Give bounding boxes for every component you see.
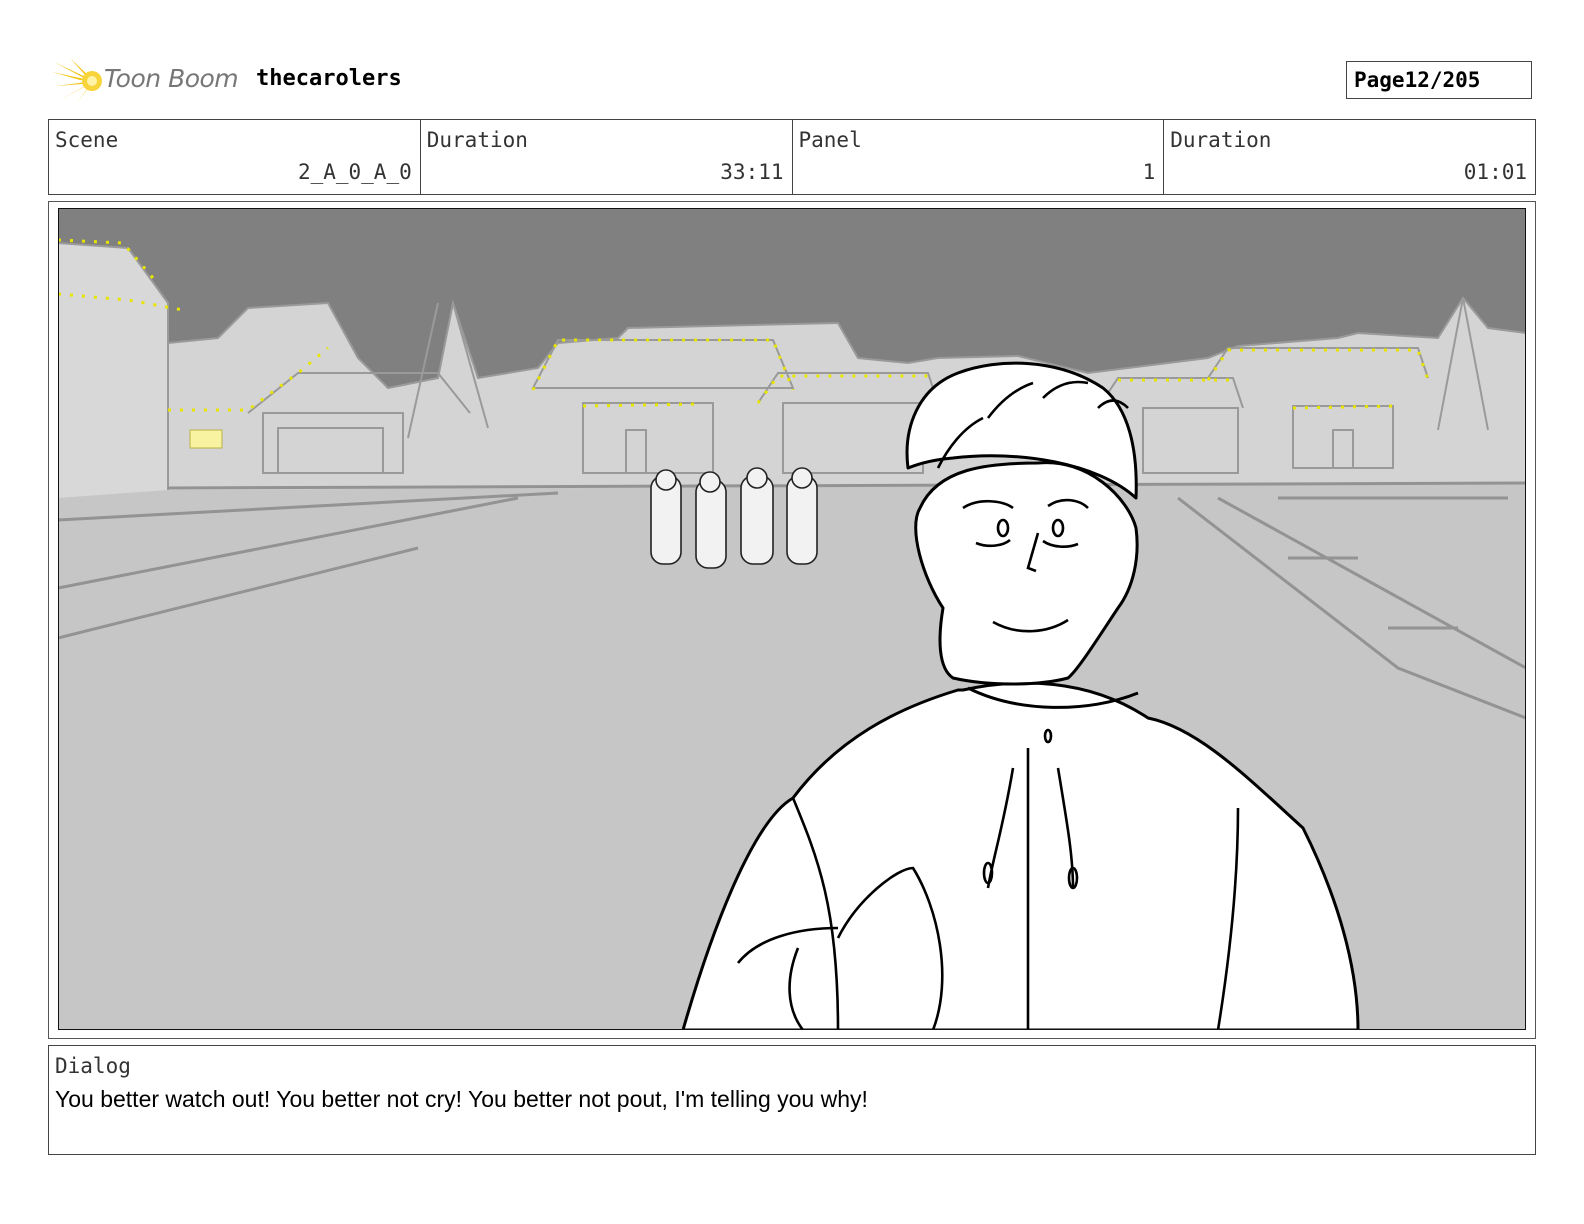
storyboard-panel-image — [58, 208, 1526, 1030]
scene-duration-cell: Duration 33:11 — [421, 120, 793, 194]
dialog-text: You better watch out! You better not cry… — [55, 1086, 868, 1112]
scene-value: 2_A_0_A_0 — [297, 160, 412, 184]
panel-value: 1 — [1142, 160, 1156, 184]
brand-logo-text: Toon Boom — [104, 64, 239, 93]
scene-label: Scene — [55, 128, 119, 152]
panel-duration-value: 01:01 — [1463, 160, 1527, 184]
project-title: thecarolers — [256, 66, 402, 91]
page-label: Page — [1354, 68, 1405, 92]
panel-duration-label: Duration — [1170, 128, 1272, 152]
scene-duration-value: 33:11 — [720, 160, 784, 184]
scene-duration-label: Duration — [426, 128, 528, 152]
page-number: 12/205 — [1404, 68, 1481, 92]
dialog-label: Dialog — [55, 1054, 131, 1078]
panel-label: Panel — [798, 128, 862, 152]
panel-cell: Panel 1 — [793, 120, 1165, 194]
scene-info-bar: Scene 2_A_0_A_0 Duration 33:11 Panel 1 D… — [48, 119, 1536, 195]
page-indicator: Page 12/205 — [1346, 61, 1532, 99]
panel-duration-cell: Duration 01:01 — [1164, 120, 1535, 194]
scene-cell: Scene 2_A_0_A_0 — [49, 120, 421, 194]
dialog-box: Dialog You better watch out! You better … — [48, 1045, 1536, 1155]
